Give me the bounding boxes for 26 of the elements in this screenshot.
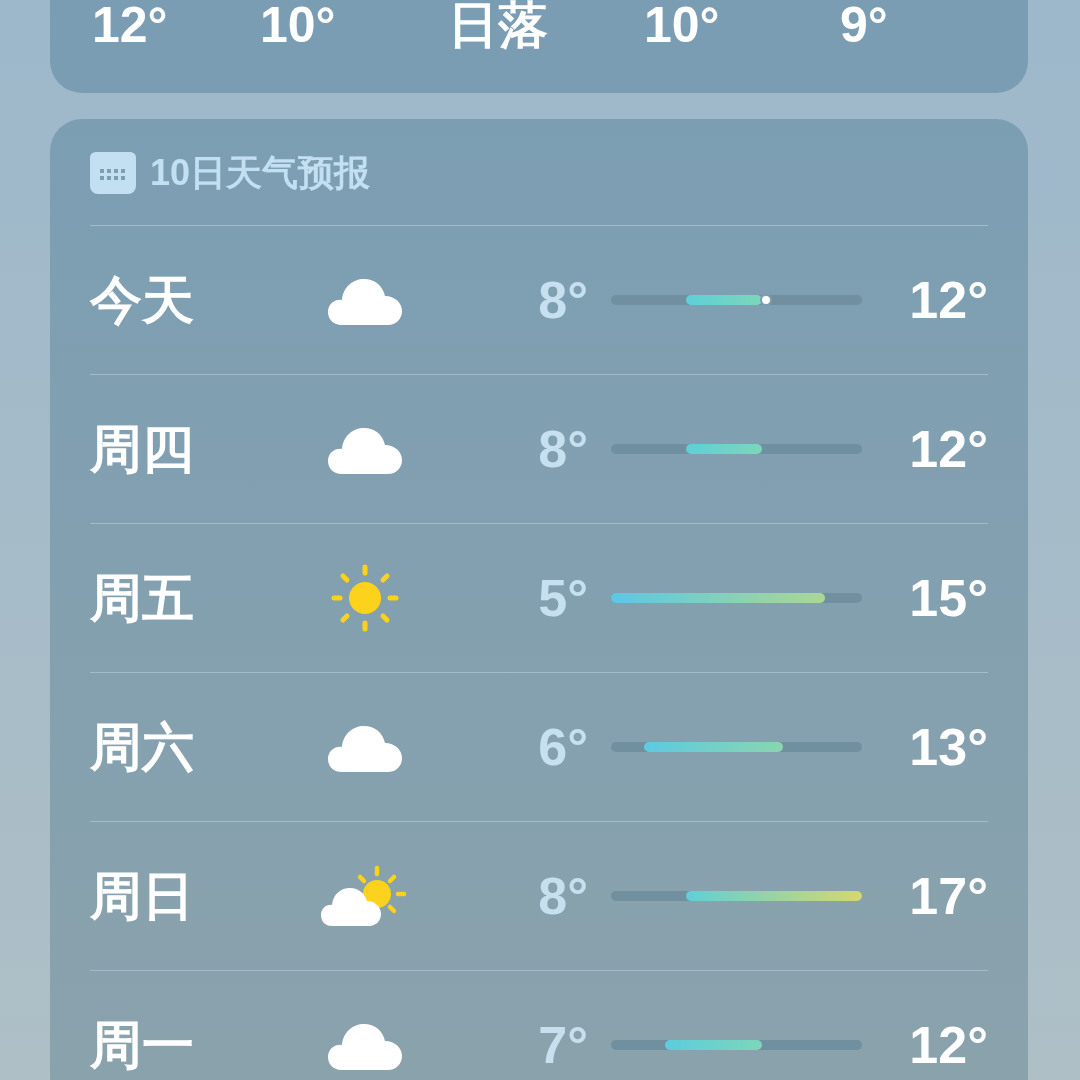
hourly-label: 9° xyxy=(840,0,888,50)
high-temperature: 17° xyxy=(908,870,988,922)
day-label: 今天 xyxy=(90,274,195,326)
day-label: 周四 xyxy=(90,423,195,475)
sun-icon xyxy=(331,564,399,632)
low-temperature: 5° xyxy=(537,572,588,624)
high-temperature: 12° xyxy=(908,423,988,475)
day-label: 周五 xyxy=(90,572,195,624)
hourly-label: 12° xyxy=(92,0,168,50)
hourly-label: 10° xyxy=(644,0,720,50)
low-temperature: 7° xyxy=(537,1019,588,1071)
day-label: 周一 xyxy=(90,1019,195,1071)
high-temperature: 12° xyxy=(908,1019,988,1071)
day-label: 周日 xyxy=(90,870,195,922)
low-temperature: 8° xyxy=(537,274,588,326)
high-temperature: 13° xyxy=(908,721,988,773)
low-temperature: 6° xyxy=(537,721,588,773)
high-temperature: 15° xyxy=(908,572,988,624)
low-temperature: 8° xyxy=(537,423,588,475)
day-label: 周六 xyxy=(90,721,195,773)
hourly-label: 日落 xyxy=(448,0,548,50)
hourly-label: 10° xyxy=(260,0,336,50)
forecast-title: 10日天气预报 xyxy=(150,151,371,195)
low-temperature: 8° xyxy=(537,870,588,922)
calendar-icon xyxy=(90,152,136,194)
high-temperature: 12° xyxy=(908,274,988,326)
